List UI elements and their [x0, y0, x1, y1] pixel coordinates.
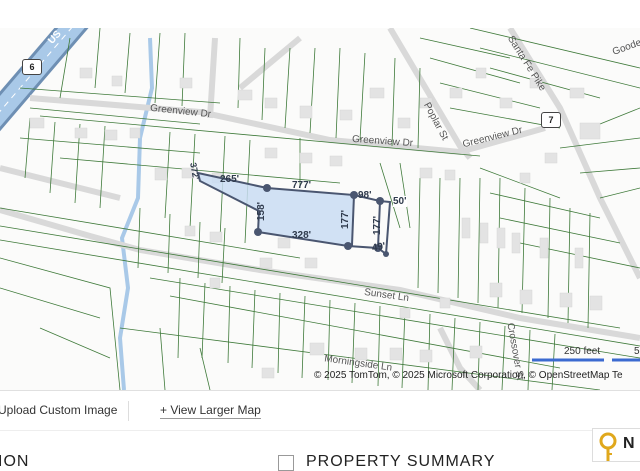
top-bar	[0, 0, 640, 29]
dimension-177-a: 177'	[340, 209, 352, 230]
property-summary-title: PROPERTY SUMMARY	[306, 453, 496, 470]
view-larger-map-link[interactable]: + View Larger Map	[160, 403, 261, 419]
route-shield-6: 6	[22, 59, 42, 75]
map-view[interactable]: Greenview Dr Greenview Dr Greenview Dr P…	[0, 28, 640, 390]
map-copyright: © 2025 TomTom, © 2025 Microsoft Corporat…	[314, 370, 623, 381]
section-checkbox[interactable]	[278, 455, 294, 471]
dimension-177-b: 177'	[372, 215, 384, 236]
dimension-777: 777'	[292, 180, 312, 191]
dimension-49: 49'	[371, 240, 387, 255]
bottom-section: ION PROPERTY SUMMARY	[0, 430, 640, 470]
location-key-icon	[599, 432, 617, 461]
dimension-98: 98'	[358, 190, 372, 201]
scale-label-2: 5	[634, 346, 640, 357]
dimension-158: 158'	[256, 201, 268, 222]
logo-letter: N	[623, 435, 635, 452]
dimension-328: 328'	[292, 230, 312, 241]
toolbar-divider	[128, 401, 129, 421]
upload-custom-image-button[interactable]: Upload Custom Image	[0, 403, 117, 417]
scale-label: 250 feet	[564, 346, 601, 357]
route-shield-7: 7	[541, 112, 561, 128]
section-title-left: ION	[0, 453, 30, 470]
dimension-265: 265'	[220, 174, 240, 185]
logo-badge: N	[592, 428, 640, 462]
map-toolbar: Upload Custom Image + View Larger Map	[0, 390, 640, 431]
dimension-50: 50'	[393, 196, 407, 207]
